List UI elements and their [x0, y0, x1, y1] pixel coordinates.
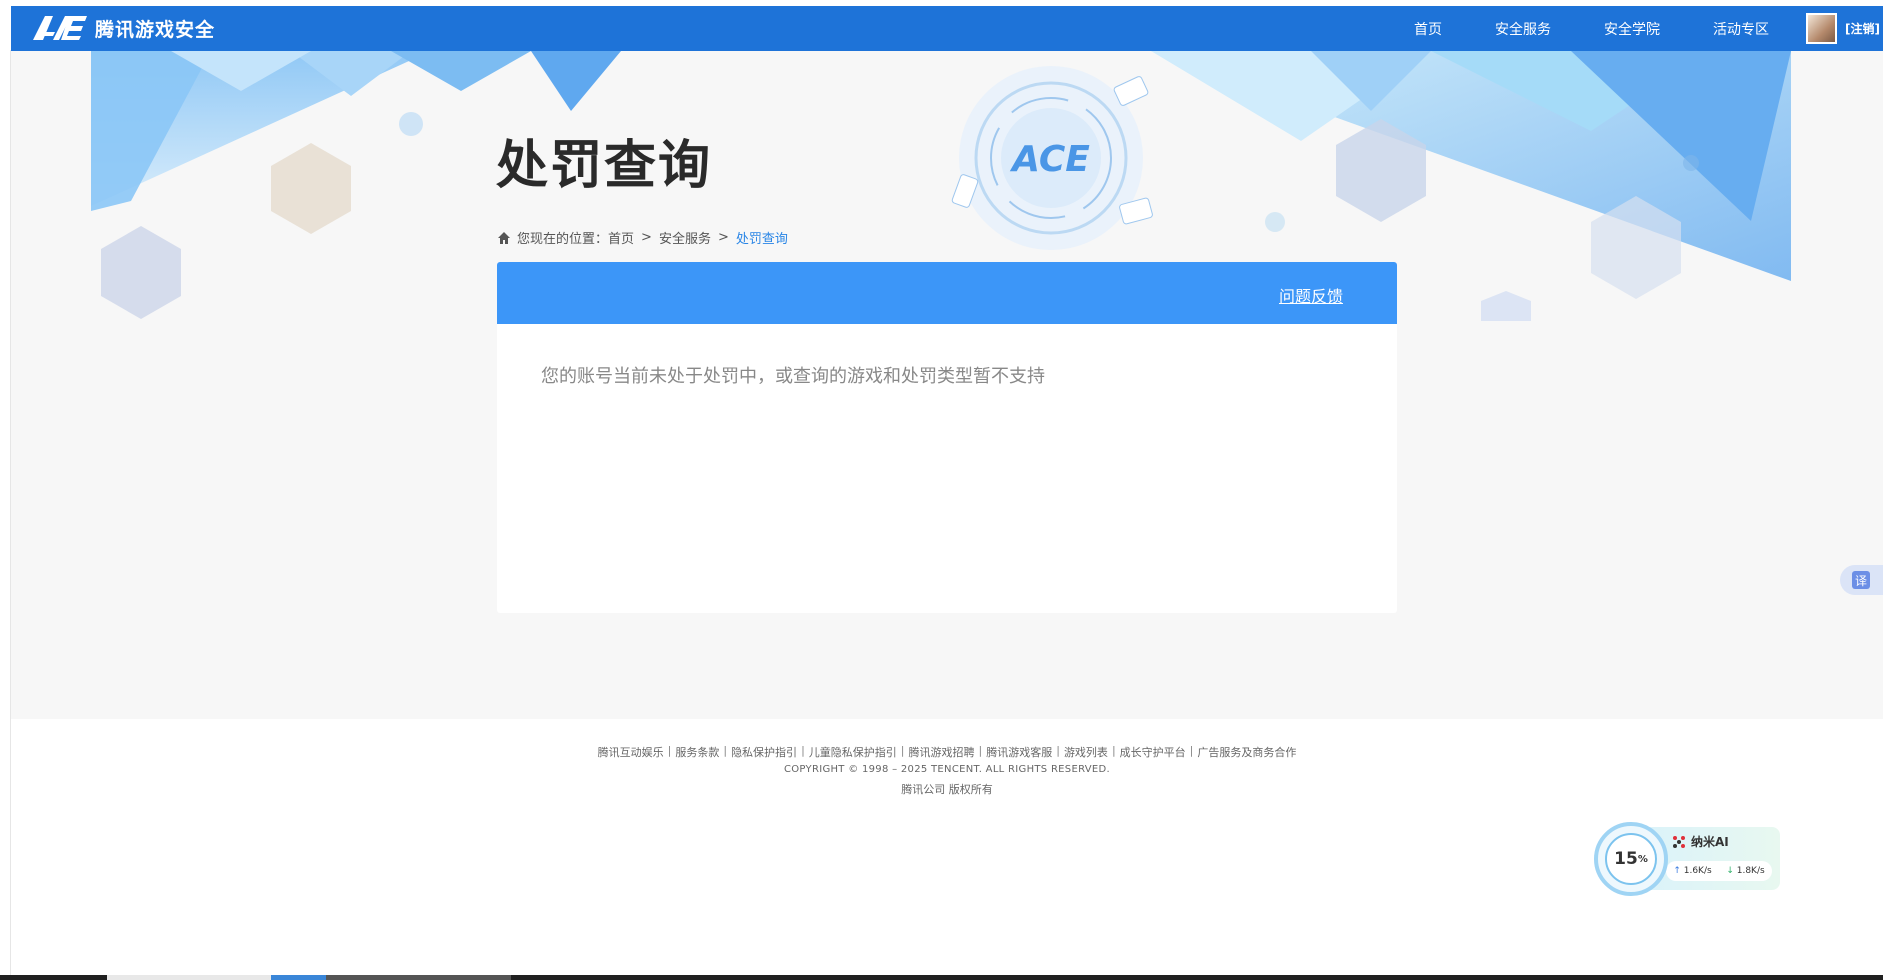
result-message: 您的账号当前未处于处罚中，或查询的游戏和处罚类型暂不支持 [541, 366, 1045, 387]
breadcrumb-separator: > [641, 230, 652, 245]
content-area: ACE 处罚查询 您现在的位置： 首页 > 安全服务 > 处罚查询 问题反馈 您… [11, 51, 1883, 719]
usage-percent-unit: % [1637, 853, 1648, 865]
breadcrumb-security-service[interactable]: 安全服务 [659, 228, 711, 247]
breadcrumb-home[interactable]: 首页 [608, 228, 634, 247]
download-rate-group: ↓ 1.8K/s [1726, 866, 1764, 876]
footer-link[interactable]: 腾讯游戏招聘 [909, 744, 975, 760]
speed-brand-label: 纳米AI [1691, 835, 1729, 849]
page-title: 处罚查询 [496, 136, 713, 196]
footer-link[interactable]: 腾讯互动娱乐 [598, 744, 664, 760]
footer-link[interactable]: 游戏列表 [1064, 744, 1108, 760]
footer-links: 腾讯互动娱乐 | 服务条款 | 隐私保护指引 | 儿童隐私保护指引 | 腾讯游戏招聘 | … [597, 744, 1297, 760]
logout-link[interactable]: [注销] [1845, 20, 1880, 37]
usage-percent: 15% [1605, 833, 1657, 885]
breadcrumb: 您现在的位置： 首页 > 安全服务 > 处罚查询 [497, 228, 788, 247]
ace-logo-icon [33, 16, 87, 40]
speed-rates: ↑ 1.6K/s ↓ 1.8K/s [1666, 861, 1772, 881]
speed-brand: 纳米AI [1672, 833, 1729, 850]
upload-rate: 1.6K/s [1683, 866, 1712, 876]
footer-link[interactable]: 广告服务及商务合作 [1197, 744, 1296, 760]
translate-button[interactable]: 译 [1840, 565, 1883, 595]
query-result-panel: 问题反馈 您的账号当前未处于处罚中，或查询的游戏和处罚类型暂不支持 [497, 262, 1397, 613]
home-icon [498, 231, 510, 244]
svg-text:ACE: ACE [1009, 139, 1090, 180]
nano-ai-logo-icon [1673, 835, 1685, 848]
upload-arrow-icon: ↑ [1673, 866, 1681, 876]
taskbar-item[interactable] [107, 975, 271, 980]
breadcrumb-separator: > [717, 230, 729, 245]
copyright-text: COPYRIGHT © 1998 – 2025 TENCENT. ALL RIG… [783, 764, 1111, 775]
avatar[interactable] [1806, 13, 1837, 44]
nav-item-security-service[interactable]: 安全服务 [1495, 19, 1551, 39]
footer-link[interactable]: 服务条款 [675, 744, 719, 760]
main-nav: 首页 安全服务 安全学院 活动专区 [1414, 6, 1822, 51]
download-arrow-icon: ↓ [1726, 866, 1734, 876]
user-box: [注销] [1806, 13, 1880, 44]
translate-icon: 译 [1852, 571, 1870, 589]
site-logo[interactable]: 腾讯游戏安全 [31, 14, 215, 42]
logo-text: 腾讯游戏安全 [95, 18, 216, 41]
network-speed-widget[interactable]: 纳米AI ↑ 1.6K/s ↓ 1.8K/s 15% [1594, 822, 1780, 896]
feedback-link[interactable]: 问题反馈 [1279, 283, 1343, 307]
footer-link[interactable]: 儿童隐私保护指引 [809, 744, 897, 760]
footer-link[interactable]: 成长守护平台 [1120, 744, 1186, 760]
footer-link[interactable]: 隐私保护指引 [731, 744, 797, 760]
usage-percent-value: 15 [1614, 849, 1638, 869]
taskbar-item-active[interactable] [271, 975, 326, 980]
breadcrumb-current[interactable]: 处罚查询 [736, 228, 788, 247]
download-rate: 1.8K/s [1736, 866, 1765, 876]
taskbar-item[interactable] [326, 975, 511, 980]
breadcrumb-prefix: 您现在的位置： [517, 232, 609, 247]
footer: 腾讯互动娱乐 | 服务条款 | 隐私保护指引 | 儿童隐私保护指引 | 腾讯游戏招聘 | … [11, 744, 1883, 797]
nav-item-activities[interactable]: 活动专区 [1713, 19, 1769, 39]
nav-item-home[interactable]: 首页 [1414, 19, 1442, 39]
footer-link[interactable]: 腾讯游戏客服 [986, 744, 1052, 760]
upload-rate-group: ↑ 1.6K/s [1673, 866, 1711, 876]
company-text: 腾讯公司 版权所有 [901, 783, 993, 796]
top-nav-bar: 腾讯游戏安全 首页 安全服务 安全学院 活动专区 [注销] [11, 6, 1883, 51]
nav-item-security-academy[interactable]: 安全学院 [1604, 19, 1660, 39]
usage-ring: 15% [1594, 822, 1668, 896]
panel-header: 问题反馈 [497, 262, 1397, 324]
